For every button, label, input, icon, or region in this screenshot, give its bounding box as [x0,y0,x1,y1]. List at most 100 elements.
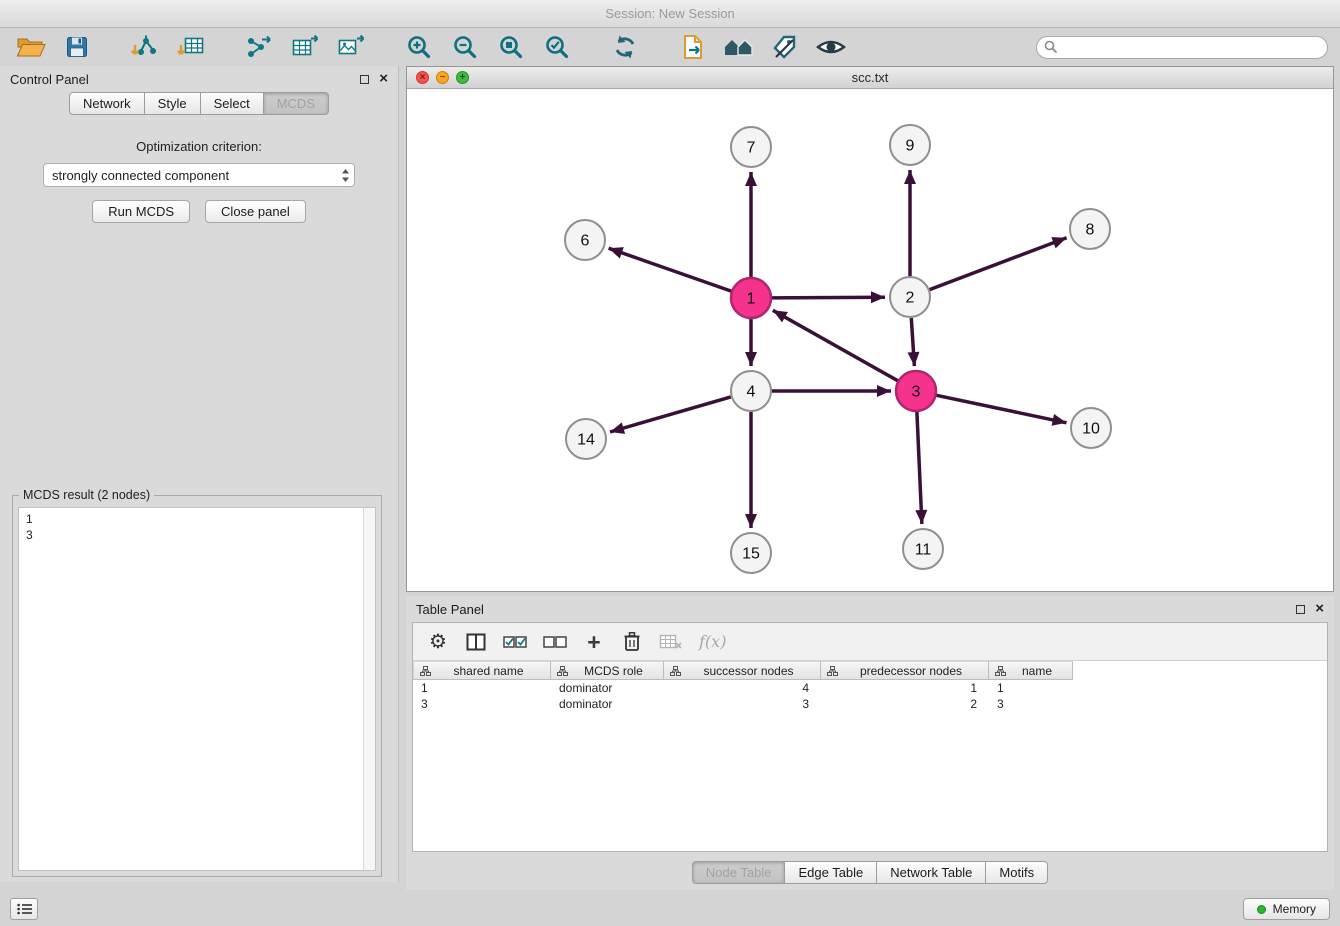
edge-4-14[interactable] [610,397,731,432]
select-all-button[interactable] [503,629,527,655]
minimize-window-button[interactable]: − [436,71,449,84]
tab-network[interactable]: Network [69,92,145,115]
delete-table-button[interactable] [659,629,683,655]
table-cell[interactable]: 3 [989,697,1073,711]
control-panel-header: Control Panel × [0,66,398,92]
fx-icon: f(x) [699,632,726,651]
add-row-button[interactable]: + [583,629,605,655]
open-file-button[interactable] [12,31,50,63]
edge-3-10[interactable] [937,395,1067,423]
tab-mcds[interactable]: MCDS [264,92,329,115]
table-cell[interactable]: 3 [413,697,551,711]
show-columns-button[interactable] [465,629,487,655]
edge-1-2[interactable] [772,297,885,298]
node-4[interactable]: 4 [731,371,771,411]
run-mcds-button[interactable]: Run MCDS [92,200,190,223]
node-table-container: ⚙ [412,622,1328,852]
tab-select[interactable]: Select [201,92,264,115]
node-11[interactable]: 11 [903,529,943,569]
import-network-button[interactable] [126,31,164,63]
search-input[interactable] [1036,36,1328,59]
tab-edge-table[interactable]: Edge Table [785,861,877,884]
table-row[interactable]: 3dominator323 [413,696,1327,712]
edge-1-6[interactable] [609,248,732,291]
node-15[interactable]: 15 [731,533,771,573]
show-panel-list-button[interactable] [10,898,38,920]
import-table-button[interactable] [172,31,210,63]
node-9[interactable]: 9 [890,125,930,165]
zoom-fit-icon [498,34,524,60]
node-10[interactable]: 10 [1071,408,1111,448]
function-builder-button[interactable]: f(x) [699,629,726,655]
node-label: 10 [1082,421,1100,438]
column-header-successor-nodes[interactable]: successor nodes [664,661,821,680]
export-image-button[interactable] [332,31,370,63]
table-cell[interactable]: dominator [551,681,664,695]
result-scrollbar[interactable] [363,508,375,870]
import-network-icon [131,34,159,60]
close-panel-button[interactable]: Close panel [205,200,306,223]
table-cell[interactable]: 1 [989,681,1073,695]
edge-3-11[interactable] [917,412,922,524]
table-cell[interactable]: 4 [664,681,821,695]
tab-style[interactable]: Style [145,92,201,115]
tab-network-table[interactable]: Network Table [877,861,986,884]
table-cell[interactable]: 1 [821,681,989,695]
zoom-window-button[interactable]: + [456,71,469,84]
export-network-button[interactable] [240,31,278,63]
home-button[interactable] [720,31,758,63]
network-window-titlebar[interactable]: × − + scc.txt [407,67,1333,89]
table-panel-title: Table Panel [416,602,484,617]
table-panel-header: Table Panel × [406,596,1334,622]
table-cell[interactable]: dominator [551,697,664,711]
table-row[interactable]: 1dominator411 [413,680,1327,696]
node-7[interactable]: 7 [731,127,771,167]
import-table-icon [177,34,205,60]
save-icon [65,35,89,59]
delete-row-button[interactable] [621,629,643,655]
list-icon [17,903,32,915]
tab-motifs[interactable]: Motifs [986,861,1048,884]
node-14[interactable]: 14 [566,419,606,459]
node-label: 7 [747,140,756,157]
table-cell[interactable]: 2 [821,697,989,711]
float-table-panel-icon[interactable] [1296,605,1305,614]
table-cell[interactable]: 1 [413,681,551,695]
node-3[interactable]: 3 [896,371,936,411]
node-8[interactable]: 8 [1070,209,1110,249]
close-panel-icon[interactable]: × [379,74,388,84]
graph-svg[interactable]: 7 9 6 8 1 2 4 3 14 10 15 11 [407,89,1333,591]
table-settings-button[interactable]: ⚙ [427,629,449,655]
table-cell[interactable]: 3 [664,697,821,711]
close-table-panel-icon[interactable]: × [1315,604,1324,614]
column-header-name[interactable]: name [989,661,1073,680]
mcds-result-area[interactable]: 1 3 [18,507,376,871]
edge-2-8[interactable] [930,238,1067,290]
criterion-dropdown[interactable]: strongly connected component [43,163,355,187]
zoom-fit-button[interactable] [492,31,530,63]
annotation-button[interactable] [766,31,804,63]
node-2[interactable]: 2 [890,277,930,317]
memory-button[interactable]: Memory [1243,898,1330,920]
edge-3-1[interactable] [773,310,898,380]
float-panel-icon[interactable] [360,75,369,84]
zoom-selected-button[interactable] [538,31,576,63]
tab-node-table[interactable]: Node Table [692,861,786,884]
node-6[interactable]: 6 [565,220,605,260]
column-header-predecessor-nodes[interactable]: predecessor nodes [821,661,989,680]
close-window-button[interactable]: × [416,71,429,84]
zoom-out-button[interactable] [446,31,484,63]
show-details-button[interactable] [812,31,850,63]
refresh-button[interactable] [606,31,644,63]
column-header-shared-name[interactable]: shared name [413,661,551,680]
dropdown-arrows-icon [341,168,350,183]
plus-icon: + [587,632,600,652]
export-table-button[interactable] [286,31,324,63]
edge-2-3[interactable] [911,318,914,366]
export-to-web-button[interactable] [674,31,712,63]
column-header-MCDS-role[interactable]: MCDS role [551,661,664,680]
zoom-in-button[interactable] [400,31,438,63]
save-session-button[interactable] [58,31,96,63]
node-1[interactable]: 1 [731,278,771,318]
deselect-all-button[interactable] [543,629,567,655]
